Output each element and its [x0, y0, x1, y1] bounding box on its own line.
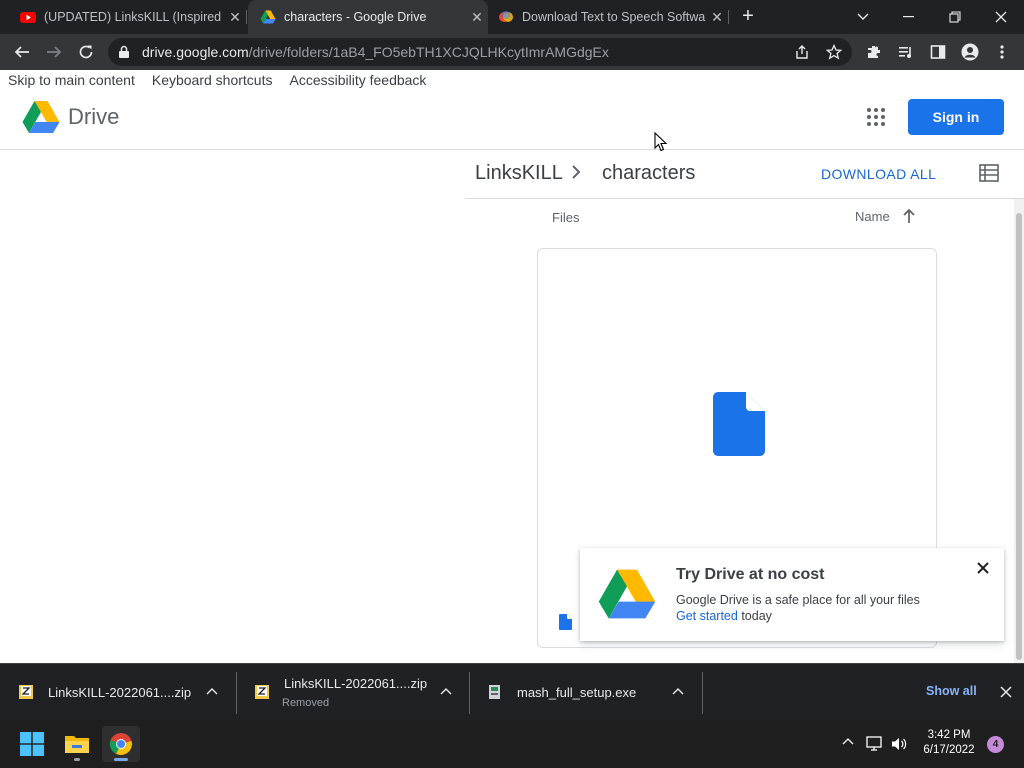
- browser-toolbar: drive.google.com/drive/folders/1aB4_FO5e…: [0, 34, 1024, 70]
- get-started-link[interactable]: Get started: [676, 609, 738, 623]
- google-drive-icon: [260, 10, 276, 24]
- chrome-taskbar-icon[interactable]: [102, 726, 140, 762]
- media-control-icon[interactable]: [894, 40, 918, 64]
- apps-grid-icon[interactable]: [866, 107, 886, 127]
- file-explorer-icon[interactable]: [58, 726, 96, 762]
- url-text: drive.google.com/drive/folders/1aB4_FO5e…: [142, 44, 609, 60]
- colorful-app-icon: [499, 11, 513, 22]
- zip-file-icon: [255, 685, 269, 699]
- download-filename: mash_full_setup.exe: [517, 685, 637, 700]
- chevron-right-icon: [572, 165, 581, 179]
- close-promo-icon[interactable]: [976, 561, 990, 575]
- google-drive-logo-icon: [598, 569, 656, 619]
- show-all-downloads-button[interactable]: Show all: [926, 684, 977, 698]
- reload-icon[interactable]: [74, 40, 98, 64]
- breadcrumb-parent-folder[interactable]: LinksKILL: [475, 162, 563, 185]
- network-icon[interactable]: [866, 736, 884, 752]
- tab-title: characters - Google Drive: [284, 10, 427, 24]
- divider: [702, 672, 703, 714]
- sign-in-button[interactable]: Sign in: [908, 99, 1004, 135]
- address-bar[interactable]: drive.google.com/drive/folders/1aB4_FO5e…: [108, 38, 852, 66]
- breadcrumb: LinksKILL characters DOWNLOAD ALL: [465, 150, 1024, 199]
- download-item[interactable]: LinksKILL-2022061....zip: [0, 664, 236, 720]
- active-indicator: [114, 758, 128, 761]
- tab-google-drive[interactable]: characters - Google Drive ✕: [248, 0, 488, 34]
- download-item[interactable]: LinksKILL-2022061....zip Removed: [236, 664, 469, 720]
- skip-links: Skip to main content Keyboard shortcuts …: [8, 72, 426, 88]
- chevron-up-icon[interactable]: [672, 686, 684, 698]
- forward-icon[interactable]: [42, 40, 66, 64]
- profile-icon[interactable]: [958, 40, 982, 64]
- side-panel-icon[interactable]: [926, 40, 950, 64]
- download-all-button[interactable]: DOWNLOAD ALL: [821, 166, 936, 182]
- chevron-up-icon[interactable]: [440, 686, 452, 698]
- extensions-icon[interactable]: [862, 40, 886, 64]
- tab-title: Download Text to Speech Softwa: [522, 10, 706, 24]
- tab-title: (UPDATED) LinksKILL (Inspired By: [44, 10, 224, 24]
- clock-date: 6/17/2022: [923, 744, 975, 756]
- scrollbar-thumb[interactable]: [1016, 213, 1022, 660]
- tab-close-icon[interactable]: ✕: [224, 9, 246, 26]
- bookmark-star-icon[interactable]: [826, 44, 842, 60]
- window-close-icon[interactable]: [978, 0, 1024, 34]
- download-filename: LinksKILL-2022061....zip: [284, 676, 428, 691]
- sort-ascending-arrow-icon[interactable]: [902, 208, 916, 224]
- download-filename: LinksKILL-2022061....zip: [48, 685, 192, 700]
- sort-by-name-button[interactable]: Name: [855, 209, 890, 224]
- notification-badge[interactable]: 4: [987, 736, 1004, 753]
- tab-close-icon[interactable]: ✕: [466, 9, 488, 26]
- lock-icon: [119, 45, 129, 58]
- tab-separator: [728, 10, 729, 24]
- new-tab-icon[interactable]: +: [736, 4, 760, 28]
- skip-to-main-link[interactable]: Skip to main content: [8, 72, 135, 88]
- drive-header: Drive Sign in: [0, 90, 1024, 150]
- tab-search-chevron-icon[interactable]: [840, 0, 886, 34]
- tab-separator: [246, 10, 247, 24]
- back-icon[interactable]: [10, 40, 34, 64]
- tab-youtube[interactable]: (UPDATED) LinksKILL (Inspired By ✕: [0, 0, 246, 34]
- google-drive-logo-icon[interactable]: [22, 100, 60, 134]
- zip-file-icon: [19, 685, 33, 699]
- accessibility-feedback-link[interactable]: Accessibility feedback: [289, 72, 426, 88]
- keyboard-shortcuts-link[interactable]: Keyboard shortcuts: [152, 72, 273, 88]
- tab-text-to-speech[interactable]: Download Text to Speech Softwa ✕: [488, 0, 728, 34]
- file-document-icon: [713, 392, 765, 456]
- tab-close-icon[interactable]: ✕: [706, 9, 728, 26]
- promo-cta-line: Get started today: [676, 609, 772, 623]
- clock-time: 3:42 PM: [927, 729, 971, 741]
- try-drive-promo: Try Drive at no cost Google Drive is a s…: [580, 548, 1004, 641]
- promo-title: Try Drive at no cost: [676, 566, 825, 583]
- files-section-label: Files: [552, 210, 580, 225]
- url-host: drive.google.com: [142, 44, 249, 60]
- more-menu-icon[interactable]: [990, 40, 1014, 64]
- windows-start-icon[interactable]: [13, 726, 51, 762]
- download-status: Removed: [282, 697, 330, 709]
- volume-icon[interactable]: [891, 736, 909, 752]
- minimize-icon[interactable]: [886, 0, 932, 34]
- windows-taskbar: 3:42 PM 6/17/2022: [0, 720, 1024, 768]
- show-hidden-icons-chevron-icon[interactable]: [842, 736, 854, 748]
- system-clock[interactable]: 3:42 PM 6/17/2022: [918, 728, 980, 758]
- list-view-icon[interactable]: [979, 164, 999, 182]
- share-icon[interactable]: [794, 44, 810, 60]
- mouse-pointer-icon: [654, 132, 668, 152]
- exe-file-icon: [489, 685, 500, 699]
- download-item[interactable]: mash_full_setup.exe: [469, 664, 702, 720]
- promo-body: Google Drive is a safe place for all you…: [676, 593, 920, 607]
- browser-tab-strip: (UPDATED) LinksKILL (Inspired By ✕ chara…: [0, 0, 1024, 34]
- promo-cta-suffix: today: [737, 609, 772, 623]
- drive-logo-text[interactable]: Drive: [68, 104, 119, 130]
- running-indicator: [74, 758, 80, 761]
- file-type-icon: [559, 614, 572, 630]
- url-path: /drive/folders/1aB4_FO5ebTH1XCJQLHKcytIm…: [248, 44, 609, 60]
- restore-icon[interactable]: [932, 0, 978, 34]
- close-download-shelf-icon[interactable]: [999, 685, 1013, 699]
- download-shelf: LinksKILL-2022061....zip LinksKILL-20220…: [0, 663, 1024, 720]
- youtube-icon: [20, 12, 36, 23]
- breadcrumb-current-folder: characters: [602, 162, 696, 184]
- chevron-up-icon[interactable]: [206, 686, 218, 698]
